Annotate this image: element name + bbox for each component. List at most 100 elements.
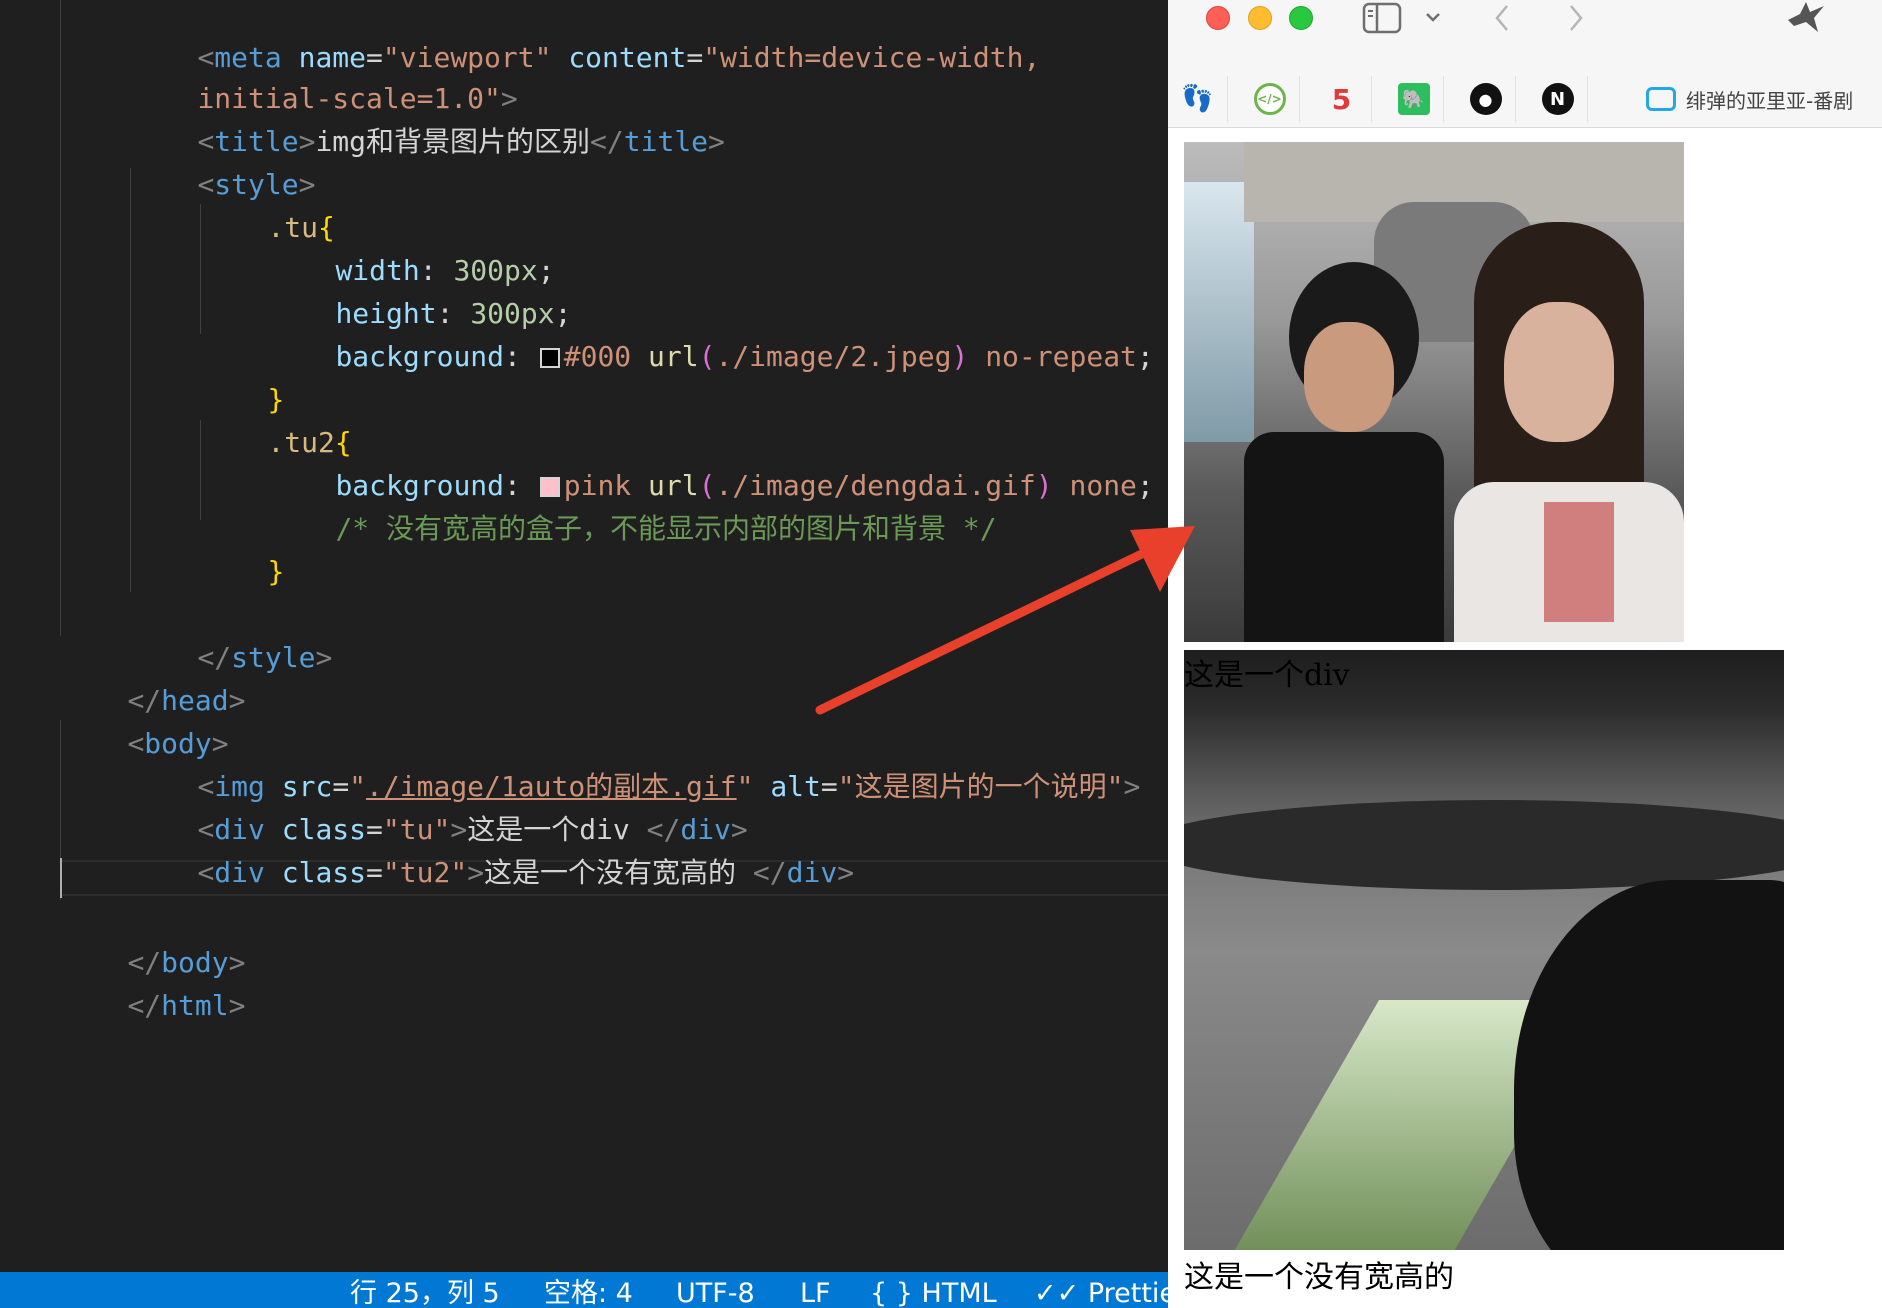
zoom-window-button[interactable] — [1289, 6, 1313, 30]
paren: ( — [698, 340, 716, 373]
favorite-five[interactable]: 5 — [1312, 76, 1372, 122]
indent-guide — [60, 0, 61, 636]
semicolon: ; — [1136, 340, 1154, 373]
tag-bracket: < — [197, 856, 215, 889]
code-line[interactable]: </style> — [130, 593, 332, 674]
status-bar: 行 25，列 5 空格: 4 UTF-8 LF { } HTML ✓✓ Pret… — [0, 1272, 1176, 1308]
favorite-bilibili[interactable]: 绯弹的亚里亚-番剧 — [1646, 76, 1853, 122]
paren: ) — [1035, 469, 1053, 502]
tag-bracket: > — [1123, 770, 1141, 803]
tag-bracket: > — [708, 125, 725, 158]
tag-bracket: </ — [752, 856, 787, 889]
page-content: 这是一个div 这是一个没有宽高的 — [1168, 128, 1882, 1308]
close-window-button[interactable] — [1206, 6, 1230, 30]
tag-name: div — [786, 856, 838, 889]
code-line[interactable]: /* 没有宽高的盒子，不能显示内部的图片和背景 */ — [268, 464, 996, 545]
paren: ) — [951, 340, 969, 373]
tag-bracket: > — [228, 684, 246, 717]
minimize-window-button[interactable] — [1248, 6, 1272, 30]
code-line[interactable]: } — [200, 507, 284, 588]
css-url: ./image/2.jpeg — [715, 340, 952, 373]
attr-value: "tu2" — [382, 856, 468, 889]
code-editor[interactable]: <meta name="viewport" content="width=dev… — [0, 0, 1168, 1272]
text-cursor — [60, 858, 62, 898]
div-tu: 这是一个div — [1184, 650, 1784, 1250]
css-property: background — [335, 340, 505, 373]
code-line[interactable]: .tu{ — [200, 163, 334, 244]
hair-shadow — [1514, 880, 1784, 1250]
css-keyword: no-repeat — [968, 340, 1137, 373]
code-line[interactable]: </html> — [60, 941, 245, 1022]
code-line[interactable]: </body> — [60, 898, 245, 979]
bilibili-icon — [1646, 87, 1676, 111]
language-mode[interactable]: { } HTML — [870, 1272, 997, 1308]
div-tu2-text: 这是一个没有宽高的 — [1184, 1260, 1454, 1295]
forward-arrow-icon[interactable] — [1564, 2, 1588, 34]
chevron-down-icon[interactable] — [1424, 10, 1442, 24]
code-line[interactable]: <body> — [60, 679, 228, 760]
equals: = — [686, 41, 704, 74]
tag-bracket: </ — [127, 989, 162, 1022]
bird-extension-icon[interactable] — [1784, 0, 1828, 36]
boy-figure — [1234, 262, 1444, 642]
back-arrow-icon[interactable] — [1490, 2, 1514, 34]
code-line[interactable]: <img src="./image/1auto的副本.gif" alt="这是图… — [130, 722, 1140, 803]
tag-bracket: > — [315, 641, 333, 674]
equals: = — [820, 770, 838, 803]
code-line[interactable]: <title>img和背景图片的区别</title> — [130, 77, 724, 158]
div-tu-text: 这是一个div — [1184, 658, 1350, 693]
bilibili-label: 绯弹的亚里亚-番剧 — [1686, 88, 1854, 113]
colon: : — [504, 340, 538, 373]
visor — [1184, 800, 1784, 890]
text-content: img和背景图片的区别 — [315, 125, 591, 158]
tag-bracket: > — [837, 856, 855, 889]
footprint-icon: 👣 — [1181, 84, 1214, 114]
encoding-setting[interactable]: UTF-8 — [676, 1272, 755, 1308]
code-line[interactable]: background: #000 url(./image/2.jpeg) no-… — [268, 292, 1153, 373]
code-line[interactable]: } — [200, 335, 284, 416]
five-icon: 5 — [1331, 82, 1352, 116]
css-keyword: none — [1052, 469, 1137, 502]
code-line[interactable]: initial-scale=1.0"> — [130, 34, 517, 115]
tag-bracket: > — [228, 989, 246, 1022]
attr-name: content — [551, 41, 687, 74]
favorite-footprint[interactable]: 👣 — [1168, 76, 1228, 122]
eol-setting[interactable]: LF — [800, 1272, 831, 1308]
tag-name: title — [623, 125, 709, 158]
code-line[interactable]: background: pink url(./image/dengdai.gif… — [268, 421, 1153, 502]
attr-name: alt — [753, 770, 821, 803]
favorite-evernote[interactable]: 🐘 — [1384, 76, 1444, 122]
code-line[interactable]: <div class="tu">这是一个div </div> — [130, 765, 747, 846]
cursor-position[interactable]: 行 25，列 5 — [350, 1272, 500, 1308]
equals: = — [366, 856, 383, 889]
browser-window: 👣 </> 5 🐘 ● N 绯弹的亚里亚-番剧 这是一个div 这是一个没有宽高… — [1168, 0, 1882, 1308]
code-line[interactable]: .tu2{ — [200, 378, 351, 459]
sidebar-toggle-icon[interactable] — [1362, 2, 1402, 34]
notion-icon: N — [1541, 83, 1574, 115]
css-function: url — [631, 340, 699, 373]
semicolon: ; — [1136, 469, 1154, 502]
code-line[interactable]: width: 300px; — [268, 206, 554, 287]
attr-name: class — [264, 856, 367, 889]
code-line[interactable]: height: 300px; — [268, 249, 571, 330]
code-line[interactable]: <meta name="viewport" content="width=dev… — [130, 0, 1040, 74]
code-line[interactable]: <div class="tu2">这是一个没有宽高的 </div> — [130, 808, 854, 889]
code-line[interactable]: </head> — [60, 636, 245, 717]
github-icon: ● — [1469, 83, 1502, 115]
favorite-code[interactable]: </> — [1240, 76, 1300, 122]
favorite-notion[interactable]: N — [1528, 76, 1588, 122]
attr-value: "这是图片的一个说明" — [837, 770, 1124, 803]
color-swatch-black[interactable] — [539, 348, 560, 368]
css-color: #000 — [563, 340, 632, 373]
favorite-github[interactable]: ● — [1456, 76, 1516, 122]
tag-bracket: > — [467, 856, 485, 889]
indentation-setting[interactable]: 空格: 4 — [544, 1272, 633, 1308]
css-comment: /* 没有宽高的盒子，不能显示内部的图片和背景 */ — [335, 512, 997, 545]
favorites-bar: 👣 </> 5 🐘 ● N 绯弹的亚里亚-番剧 — [1168, 70, 1882, 128]
prettier-status[interactable]: ✓✓ Prettie — [1034, 1272, 1176, 1308]
code-line[interactable]: <style> — [130, 120, 315, 201]
car-gif-image — [1184, 142, 1684, 642]
code-icon: </> — [1253, 83, 1286, 115]
tag-bracket: </ — [590, 125, 624, 158]
tag-name: html — [161, 989, 229, 1022]
